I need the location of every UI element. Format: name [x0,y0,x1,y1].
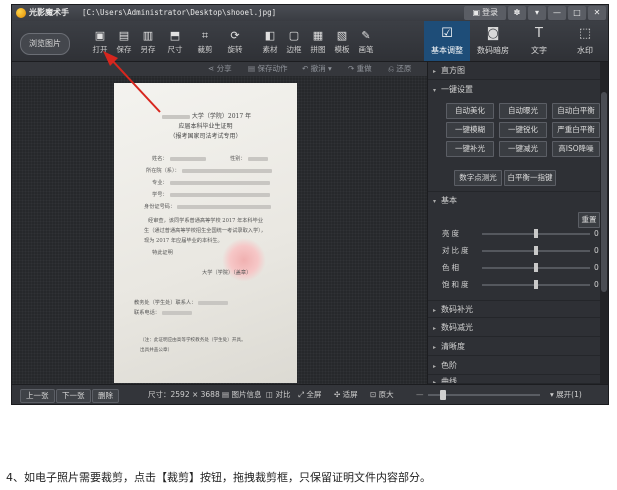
instruction-caption: 4、如电子照片需要裁剪，点击【裁剪】按钮，拖拽裁剪框，只保留证明文件内容部分。 [6,471,431,484]
annotation-arrow [103,51,161,113]
